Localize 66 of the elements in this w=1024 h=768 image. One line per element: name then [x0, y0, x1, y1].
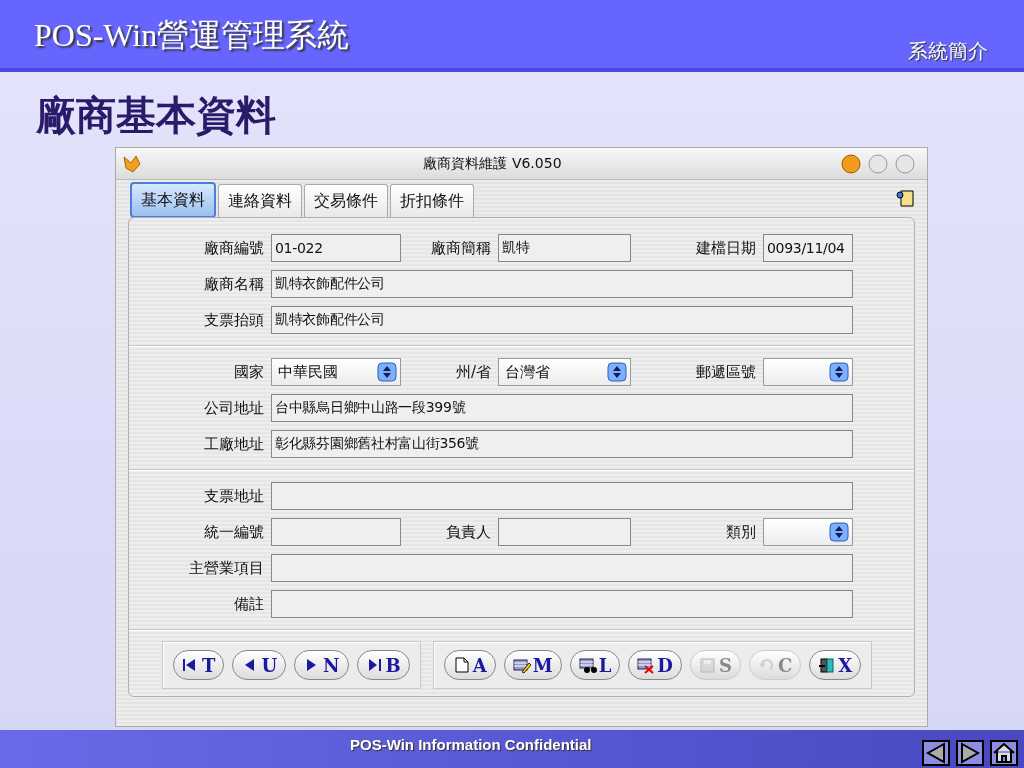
zoom-button-icon[interactable]: [895, 153, 915, 174]
text-field[interactable]: 凱特衣飾配件公司: [271, 270, 853, 298]
text-field[interactable]: 凱特: [498, 234, 631, 262]
field-label: 廠商名稱: [204, 274, 265, 294]
dropdown[interactable]: [763, 518, 853, 546]
toolbar-button[interactable]: D: [628, 650, 682, 680]
spinner-icon: [829, 522, 849, 542]
text-field[interactable]: [271, 590, 853, 618]
close-button-icon[interactable]: [841, 153, 861, 174]
dropdown[interactable]: [763, 358, 853, 386]
save-icon: [698, 656, 717, 674]
toolbar-button[interactable]: M: [503, 650, 562, 680]
previous-slide-icon[interactable]: [922, 740, 950, 766]
exit-icon: [818, 656, 837, 674]
dropdown[interactable]: 中華民國: [271, 358, 401, 386]
text-field[interactable]: [498, 518, 631, 546]
toolbar-button[interactable]: T: [173, 650, 225, 680]
document-icon[interactable]: [895, 188, 915, 208]
add-icon: [452, 656, 471, 674]
field-label: 廠商編號: [204, 238, 265, 258]
field-label: 郵遞區號: [696, 362, 757, 382]
field-label: 支票地址: [204, 486, 265, 506]
text-field[interactable]: 彰化縣芬園鄉舊社村富山街356號: [271, 430, 853, 458]
minimize-button-icon[interactable]: [868, 153, 888, 174]
spinner-icon: [607, 362, 627, 382]
footer-text: POS-Win Information Confidential: [350, 736, 592, 753]
text-field[interactable]: 0093/11/04: [763, 234, 853, 262]
spinner-icon: [377, 362, 397, 382]
field-label: 建檔日期: [696, 238, 757, 258]
field-label: 州/省: [455, 362, 492, 382]
text-field[interactable]: 台中縣烏日鄉中山路一段399號: [271, 394, 853, 422]
field-label: 備註: [234, 594, 265, 614]
field-label: 主營業項目: [189, 558, 265, 578]
toolbar-button[interactable]: L: [569, 650, 621, 680]
field-label: 國家: [234, 362, 265, 382]
field-label: 負責人: [446, 522, 492, 542]
delete-icon: [637, 656, 656, 674]
toolbar-button[interactable]: X: [809, 650, 862, 680]
field-label: 類別: [726, 522, 757, 542]
slide-title: POS-Win營運管理系統: [34, 16, 350, 55]
spinner-icon: [829, 362, 849, 382]
field-label: 支票抬頭: [204, 310, 265, 330]
field-label: 工廠地址: [204, 434, 265, 454]
toolbar-button[interactable]: A: [443, 650, 496, 680]
text-field[interactable]: 01-022: [271, 234, 401, 262]
window-title: 廠商資料維護 V6.050: [422, 154, 563, 173]
next-slide-icon[interactable]: [956, 740, 984, 766]
field-label: 廠商簡稱: [431, 238, 492, 258]
text-field[interactable]: 凱特衣飾配件公司: [271, 306, 853, 334]
tab[interactable]: 交易條件: [304, 184, 388, 218]
toolbar-button[interactable]: B: [356, 650, 410, 680]
text-field[interactable]: [271, 554, 853, 582]
tab[interactable]: 連絡資料: [218, 184, 302, 218]
tab[interactable]: 基本資料: [130, 182, 216, 218]
field-label: 公司地址: [204, 398, 265, 418]
home-icon[interactable]: [990, 740, 1018, 766]
toolbar-button[interactable]: N: [294, 650, 349, 680]
field-label: 統一編號: [204, 522, 265, 542]
toolbar-button[interactable]: U: [232, 650, 287, 680]
dropdown[interactable]: 台灣省: [498, 358, 631, 386]
tab[interactable]: 折扣條件: [390, 184, 474, 218]
modify-icon: [512, 656, 531, 674]
text-field[interactable]: [271, 482, 853, 510]
text-field[interactable]: [271, 518, 401, 546]
section-label: 系統簡介: [908, 39, 988, 64]
slide-heading: 廠商基本資料: [36, 92, 276, 140]
